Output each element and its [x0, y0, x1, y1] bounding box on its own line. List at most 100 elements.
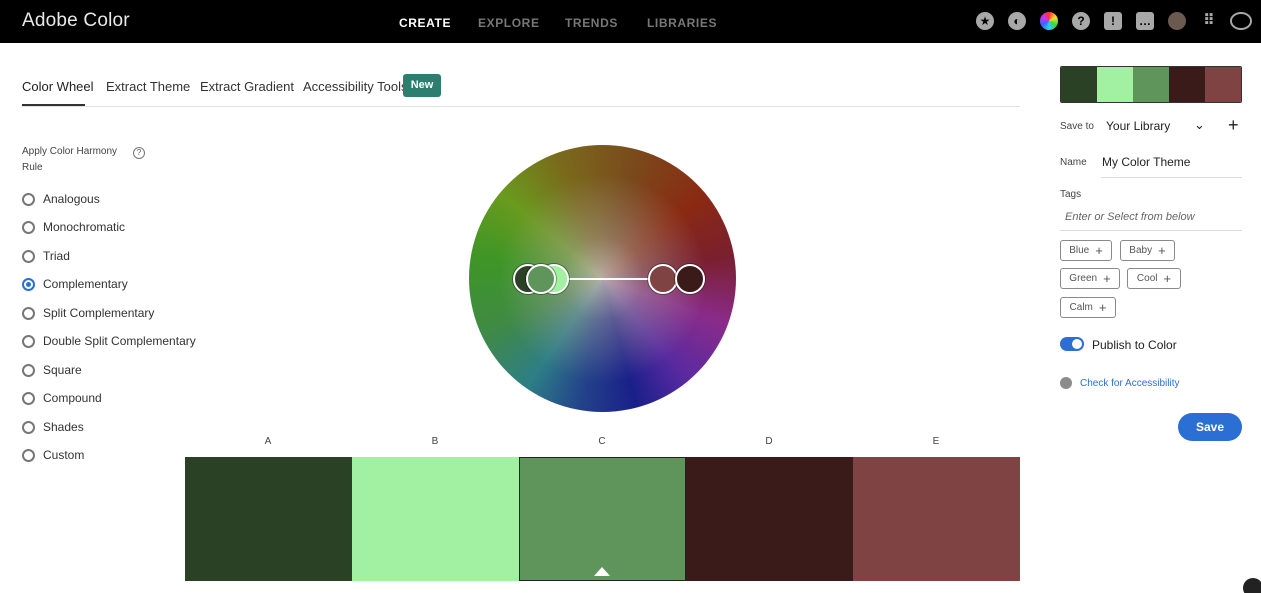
radio-label: Monochromatic [43, 220, 126, 234]
radio-button[interactable] [22, 334, 35, 348]
swatch-d[interactable] [686, 457, 853, 581]
chevron-down-icon[interactable]: ⌄ [1194, 117, 1205, 133]
nav-explore[interactable]: EXPLORE [478, 16, 540, 30]
star-icon[interactable]: ★ [976, 12, 994, 30]
radio-button[interactable] [22, 220, 35, 234]
radio-label: Custom [43, 448, 85, 462]
tab-divider [22, 106, 1020, 107]
radio-label: Complementary [43, 277, 128, 291]
preview-swatch-b [1097, 67, 1133, 102]
preview-swatch-e [1205, 67, 1241, 102]
wheel-handle-c[interactable] [526, 264, 556, 294]
wheel-handle-d[interactable] [675, 264, 705, 294]
tag-cool[interactable]: Cool + [1127, 268, 1181, 289]
chat-bubble-icon[interactable] [1243, 578, 1261, 593]
radio-button[interactable] [22, 448, 35, 462]
tag-blue[interactable]: Blue + [1060, 240, 1112, 261]
apps-grid-icon[interactable]: ⠿ [1200, 12, 1218, 30]
radio-button[interactable] [22, 363, 35, 377]
nav-libraries[interactable]: LIBRARIES [647, 16, 717, 30]
check-accessibility-link[interactable]: Check for Accessibility [1080, 378, 1179, 389]
radio-double-split-complementary[interactable]: Double Split Complementary [22, 332, 196, 350]
publish-toggle[interactable] [1060, 337, 1084, 351]
radio-shades[interactable]: Shades [22, 418, 84, 436]
publish-label: Publish to Color [1092, 338, 1177, 352]
alert-icon[interactable]: ! [1104, 12, 1122, 30]
avatar[interactable] [1168, 12, 1186, 30]
help-icon[interactable]: ? [1072, 12, 1090, 30]
color-wheel-icon[interactable] [1040, 12, 1058, 30]
preview-swatch-d [1169, 67, 1205, 102]
tab-extract-theme[interactable]: Extract Theme [106, 79, 190, 94]
radio-analogous[interactable]: Analogous [22, 190, 100, 208]
top-bar: Adobe Color CREATE EXPLORE TRENDS LIBRAR… [0, 0, 1261, 43]
plus-icon: + [1103, 270, 1111, 286]
radio-label: Compound [43, 391, 102, 405]
save-to-label: Save to [1060, 121, 1094, 132]
nav-trends[interactable]: TRENDS [565, 16, 618, 30]
swatch-label-e: E [932, 436, 940, 447]
radio-label: Triad [43, 249, 70, 263]
swatch-label-d: D [765, 436, 773, 447]
harmony-rule-title: Apply Color Harmony Rule [22, 146, 118, 173]
radio-label: Shades [43, 420, 84, 434]
plus-icon: + [1095, 242, 1103, 258]
plus-icon: + [1098, 299, 1107, 315]
tags-label: Tags [1060, 189, 1082, 200]
tab-color-wheel[interactable]: Color Wheel [22, 79, 94, 94]
tag-baby[interactable]: Baby + [1120, 240, 1175, 261]
plus-icon: + [1158, 242, 1166, 258]
swatch-a[interactable] [185, 457, 352, 581]
swatch-b[interactable] [352, 457, 519, 581]
swatch-label-c: C [598, 436, 606, 447]
radio-button[interactable] [22, 192, 35, 206]
radio-compound[interactable]: Compound [22, 389, 102, 407]
name-underline [1101, 177, 1242, 178]
radio-button[interactable] [22, 249, 35, 263]
radio-button[interactable] [22, 306, 35, 320]
tag-label: Baby [1129, 245, 1153, 256]
preview-swatch-a [1061, 67, 1097, 102]
swatch-e[interactable] [853, 457, 1020, 581]
radio-custom[interactable]: Custom [22, 446, 84, 464]
app-title[interactable]: Adobe Color [22, 10, 130, 32]
moon-icon[interactable]: ◐ [1008, 12, 1026, 30]
tag-label: Blue [1069, 245, 1090, 256]
tab-accessibility-tools[interactable]: Accessibility Tools [303, 79, 408, 94]
tab-extract-gradient[interactable]: Extract Gradient [200, 79, 294, 94]
radio-complementary[interactable]: Complementary [22, 275, 128, 293]
accessibility-icon [1060, 377, 1072, 389]
radio-button[interactable] [22, 391, 35, 405]
radio-label: Double Split Complementary [43, 334, 196, 348]
plus-icon: + [1163, 270, 1172, 286]
tags-input[interactable]: Enter or Select from below [1060, 209, 1242, 231]
radio-monochromatic[interactable]: Monochromatic [22, 218, 125, 236]
radio-split-complementary[interactable]: Split Complementary [22, 304, 154, 322]
preview-swatch-c [1133, 67, 1169, 102]
tag-label: Cool [1136, 273, 1158, 284]
theme-preview [1060, 66, 1242, 103]
nav-create[interactable]: CREATE [399, 16, 451, 30]
theme-name-input[interactable]: My Color Theme [1102, 155, 1190, 169]
help-icon[interactable]: ? [133, 147, 145, 159]
selected-swatch-caret [594, 567, 610, 576]
radio-button[interactable] [22, 420, 35, 434]
tag-label: Calm [1069, 302, 1093, 313]
library-select[interactable]: Your Library [1106, 119, 1170, 133]
radio-triad[interactable]: Triad [22, 247, 70, 265]
swatch-c[interactable] [519, 457, 686, 581]
name-label: Name [1060, 157, 1087, 168]
chat-icon[interactable]: … [1136, 12, 1154, 30]
add-library-icon[interactable]: + [1228, 115, 1239, 136]
save-button[interactable]: Save [1178, 413, 1242, 441]
radio-label: Split Complementary [43, 306, 155, 320]
tag-label: Green [1069, 273, 1098, 284]
swatch-label-b: B [431, 436, 439, 447]
radio-button[interactable] [22, 277, 35, 291]
swatch-label-a: A [264, 436, 272, 447]
wheel-handle-e[interactable] [648, 264, 678, 294]
tag-calm[interactable]: Calm + [1060, 297, 1116, 318]
tag-green[interactable]: Green + [1060, 268, 1120, 289]
creative-cloud-icon[interactable] [1230, 12, 1252, 30]
radio-square[interactable]: Square [22, 361, 82, 379]
